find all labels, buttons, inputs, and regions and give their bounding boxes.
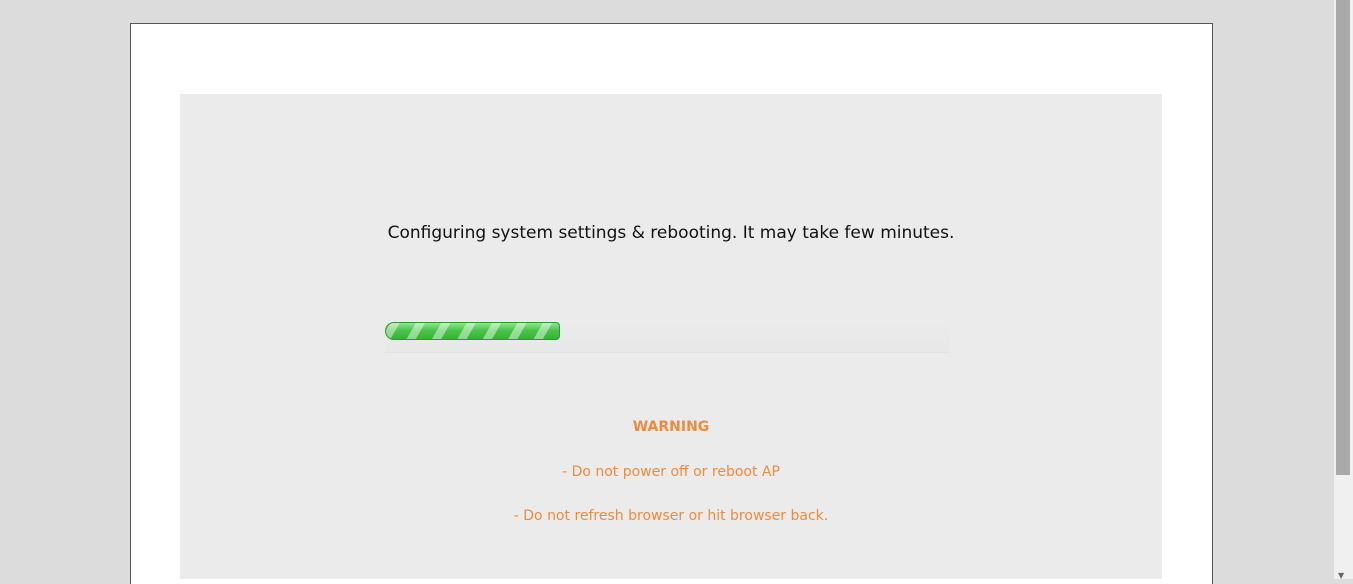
scrollbar-thumb[interactable] [1336, 0, 1350, 475]
status-message: Configuring system settings & rebooting.… [387, 223, 955, 243]
warning-power-off: - Do not power off or reboot AP [562, 464, 780, 480]
reboot-panel: Configuring system settings & rebooting.… [180, 94, 1162, 579]
warning-refresh: - Do not refresh browser or hit browser … [513, 508, 829, 524]
progress-bar [385, 322, 950, 353]
warning-title: WARNING [632, 419, 710, 435]
progress-fill [385, 322, 561, 340]
vertical-scrollbar[interactable]: ▼ [1334, 0, 1353, 580]
